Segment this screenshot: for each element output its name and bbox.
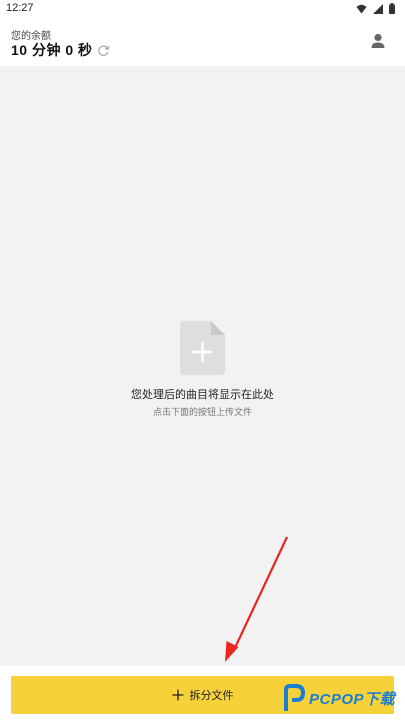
watermark-text: PCPOP下载	[308, 690, 395, 708]
track-list-area: 您处理后的曲目将显示在此处 点击下面的按钮上传文件	[0, 66, 405, 666]
status-bar: 12:27	[0, 0, 405, 18]
empty-state-subtitle: 点击下面的按钮上传文件	[152, 407, 252, 417]
split-file-label: 拆分文件	[189, 690, 234, 702]
refresh-icon[interactable]	[97, 44, 110, 57]
file-add-icon	[180, 321, 225, 375]
balance-row: 10 分钟 0 秒	[11, 40, 110, 60]
signal-icon	[373, 3, 383, 14]
wifi-icon	[356, 4, 367, 13]
status-icons	[356, 3, 395, 14]
user-icon[interactable]	[369, 32, 387, 50]
watermark-logo-icon	[283, 684, 305, 711]
balance-value: 10 分钟 0 秒	[11, 42, 93, 58]
battery-icon	[389, 3, 395, 14]
header: 您的余额 10 分钟 0 秒	[0, 18, 405, 66]
empty-state-title: 您处理后的曲目将显示在此处	[131, 389, 274, 401]
plus-icon	[172, 689, 183, 701]
status-time: 12:27	[6, 2, 34, 14]
watermark: PCPOP下载	[282, 684, 395, 712]
